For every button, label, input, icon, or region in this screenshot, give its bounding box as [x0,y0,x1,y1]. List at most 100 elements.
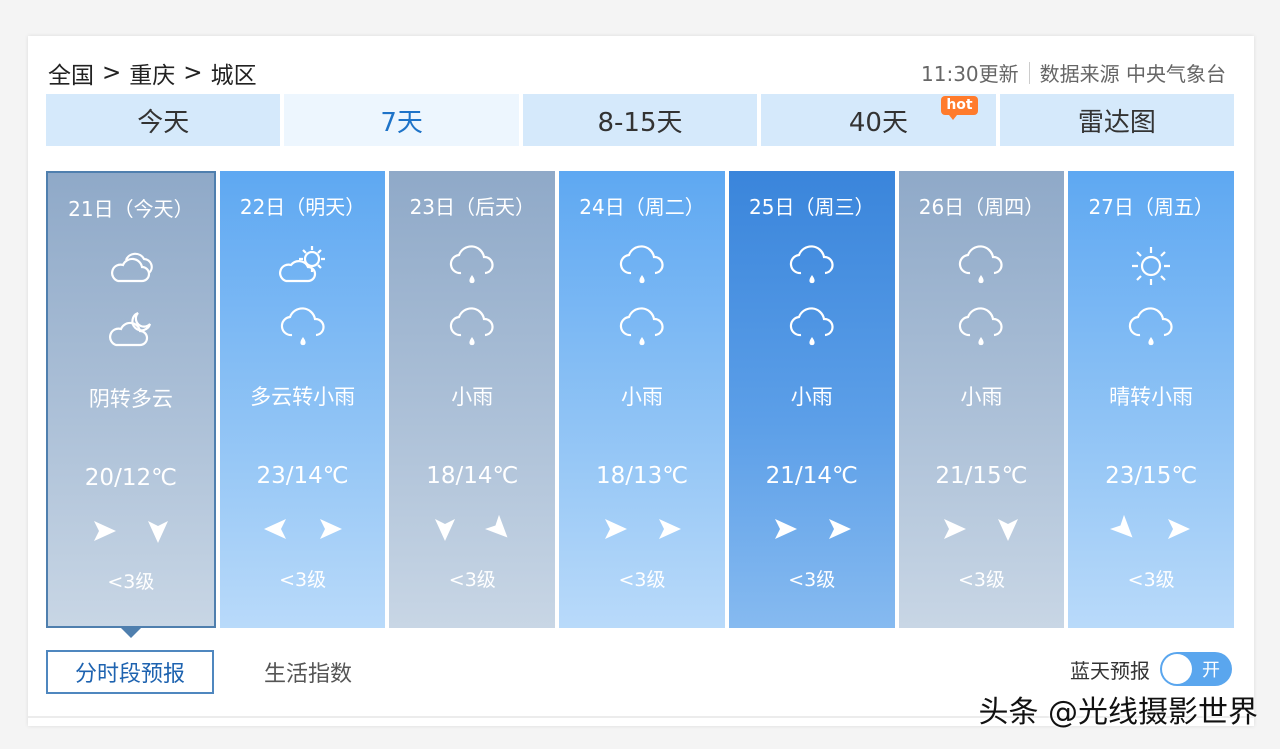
wind-arrow-icon [655,515,683,547]
light-rain-icon [615,243,669,289]
day-date: 25日（周三） [749,195,875,219]
wind-arrow-icon [601,515,629,547]
toggle-text: 开 [1202,660,1220,681]
daily-forecast-list: 21日（今天） 阴转多云 20/12℃ <3级 22日（明天） 多云转小雨 23/14℃ <3… [46,171,1235,628]
tab-hourly-forecast[interactable]: 分时段预报 [46,650,214,694]
blue-sky-toggle[interactable]: 开 [1160,652,1232,686]
day-card[interactable]: 21日（今天） 阴转多云 20/12℃ <3级 [46,171,216,628]
wind-level: <3级 [279,569,327,591]
wind-directions [48,517,214,549]
wind-arrow-icon [316,515,344,547]
light-rain-icon [785,305,839,351]
wind-arrow-icon [940,515,968,547]
data-source: 数据来源 中央气象台 [1039,62,1226,86]
wind-level: <3级 [618,569,666,591]
weather-description: 小雨 [451,385,494,409]
wind-level: <3级 [788,569,836,591]
wind-arrow-icon [1110,514,1138,547]
wind-level: <3级 [957,569,1005,591]
wind-directions [389,514,555,547]
temperature-range: 18/13℃ [595,463,689,489]
day-card[interactable]: 22日（明天） 多云转小雨 23/14℃ <3级 [219,171,386,628]
blue-sky-label: 蓝天预报 [1070,658,1150,683]
partly-cloudy-icon [276,243,330,289]
divider [1028,61,1030,84]
temperature-range: 21/14℃ [765,463,858,489]
day-date: 26日（周四） [918,195,1045,219]
day-date: 27日（周五） [1088,195,1214,219]
cloudy-icon [104,245,158,291]
light-rain-icon [954,243,1008,289]
light-rain-icon [1124,305,1178,351]
blue-sky-forecast: 蓝天预报 开 [1070,652,1232,686]
tab-label: 雷达图 [1077,107,1156,138]
wind-directions [899,515,1065,547]
wind-directions [220,515,386,547]
light-rain-icon [954,305,1008,351]
tab-life-index[interactable]: 生活指数 [228,650,388,694]
light-rain-icon [445,305,499,351]
day-card[interactable]: 23日（后天） 小雨 18/14℃ <3级 [389,171,556,628]
forecast-tabs: 今天 7天 8-15天 40天 hot 雷达图 [46,94,1235,146]
temperature-range: 21/15℃ [935,463,1028,489]
breadcrumb-country[interactable]: 全国 [48,56,94,90]
temperature-range: 18/14℃ [426,463,519,489]
wind-arrow-icon [994,515,1022,547]
wind-arrow-icon [771,515,799,547]
temperature-range: 23/14℃ [256,463,349,489]
weather-panel: 全国 > 重庆 > 城区 11:30更新 数据来源 中央气象台 今天 7天 8-… [28,36,1254,726]
weather-description: 阴转多云 [88,387,173,411]
weather-description: 多云转小雨 [250,385,356,409]
wind-arrow-icon [485,514,513,547]
tab-label: 40天 [848,107,908,138]
breadcrumb-separator: > [183,60,203,86]
weather-description: 小雨 [790,385,833,409]
light-rain-icon [445,243,499,289]
day-date: 21日（今天） [68,197,194,221]
wind-arrow-icon [431,515,459,547]
tab-40-days[interactable]: 40天 hot [761,94,996,146]
tab-8-15-days[interactable]: 8-15天 [522,94,758,146]
wind-arrow-icon [144,517,172,549]
tab-label: 生活指数 [263,662,352,687]
day-card[interactable]: 27日（周五） 晴转小雨 23/15℃ <3级 [1068,171,1235,628]
temperature-range: 20/12℃ [84,465,177,491]
wind-level: <3级 [448,569,496,591]
wind-arrow-icon [825,515,853,547]
wind-directions [559,515,725,547]
tab-label: 今天 [137,107,190,138]
day-date: 24日（周二） [579,195,705,219]
breadcrumb-separator: > [102,60,122,86]
day-date: 23日（后天） [409,195,536,219]
tab-label: 分时段预报 [74,662,185,687]
sunny-icon [1124,243,1178,289]
light-rain-icon [276,305,330,351]
tab-radar[interactable]: 雷达图 [999,94,1235,146]
wind-arrow-icon [262,515,290,547]
wind-level: <3级 [1127,569,1175,591]
hot-badge: hot [941,96,978,120]
day-card[interactable]: 26日（周四） 小雨 21/15℃ <3级 [898,171,1065,628]
wind-directions [1068,514,1234,547]
weather-description: 晴转小雨 [1109,385,1194,409]
weather-description: 小雨 [960,385,1003,409]
wind-arrow-icon [90,517,118,549]
watermark: 头条 @光线摄影世界 [978,695,1258,730]
tab-today[interactable]: 今天 [46,94,281,146]
day-card[interactable]: 24日（周二） 小雨 18/13℃ <3级 [559,171,725,628]
weather-description: 小雨 [621,385,664,409]
breadcrumb-district: 城区 [210,63,257,89]
day-card[interactable]: 25日（周三） 小雨 21/14℃ <3级 [728,171,895,628]
day-date: 22日（明天） [239,195,366,219]
breadcrumb-city[interactable]: 重庆 [129,56,175,90]
tab-label: 7天 [380,107,423,138]
temperature-range: 23/15℃ [1105,463,1198,489]
breadcrumb: 全国 > 重庆 > 城区 [48,56,257,90]
toggle-knob [1162,654,1192,684]
update-info: 11:30更新 数据来源 中央气象台 [921,58,1226,87]
wind-level: <3级 [107,571,155,593]
light-rain-icon [615,305,669,351]
tab-label: 8-15天 [597,107,683,138]
cloudy-night-icon [104,307,158,353]
tab-7-days[interactable]: 7天 [284,94,519,146]
